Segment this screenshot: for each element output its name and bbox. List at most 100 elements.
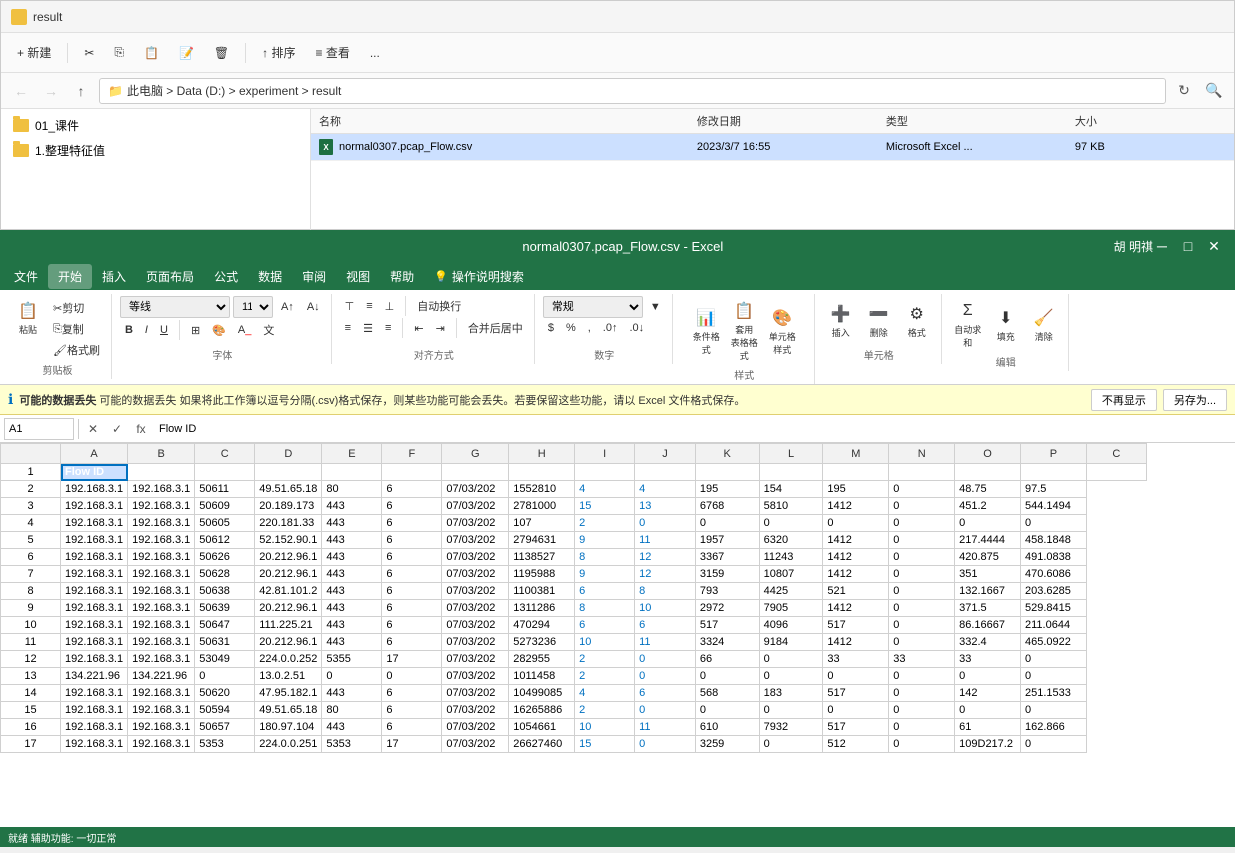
cell-13-14[interactable]: 0: [889, 668, 955, 685]
cell-11-7[interactable]: 07/03/202: [442, 634, 509, 651]
cell-3-7[interactable]: 07/03/202: [442, 498, 509, 515]
cell-10-5[interactable]: 443: [322, 617, 382, 634]
delete-ribbon-button[interactable]: ➖ 删除: [861, 299, 897, 342]
col-type-header[interactable]: 类型: [886, 113, 1075, 129]
cell-9-10[interactable]: 10: [635, 600, 696, 617]
cell-5-12[interactable]: 6320: [759, 532, 823, 549]
menu-data[interactable]: 数据: [248, 264, 292, 289]
number-format-select[interactable]: 常规: [543, 296, 643, 318]
cell-13-5[interactable]: 0: [322, 668, 382, 685]
cell-11-13[interactable]: 1412: [823, 634, 889, 651]
cell-9-14[interactable]: 0: [889, 600, 955, 617]
cell-7-16[interactable]: 470.6086: [1021, 566, 1087, 583]
cell-2-4[interactable]: 49.51.65.18: [255, 481, 322, 498]
cell-4-1[interactable]: 192.168.3.1: [61, 515, 128, 532]
cell-16-3[interactable]: 50657: [195, 719, 255, 736]
cell-3-6[interactable]: 6: [382, 498, 442, 515]
cell-15-4[interactable]: 49.51.65.18: [255, 702, 322, 719]
menu-page-layout[interactable]: 页面布局: [136, 264, 204, 289]
cell-12-14[interactable]: 33: [889, 651, 955, 668]
cell-2-10[interactable]: 4: [635, 481, 696, 498]
col-header-k[interactable]: K: [695, 444, 759, 464]
cell-6-6[interactable]: 6: [382, 549, 442, 566]
cell-17-3[interactable]: 5353: [195, 736, 255, 753]
menu-home[interactable]: 开始: [48, 264, 92, 289]
cell-16-11[interactable]: 610: [695, 719, 759, 736]
cell-q1[interactable]: Bwd P: [1086, 464, 1146, 481]
cell-15-11[interactable]: 0: [695, 702, 759, 719]
cell-4-8[interactable]: 107: [509, 515, 575, 532]
thousand-button[interactable]: %: [561, 320, 581, 336]
cell-4-5[interactable]: 443: [322, 515, 382, 532]
cell-3-8[interactable]: 2781000: [509, 498, 575, 515]
cell-16-16[interactable]: 162.866: [1021, 719, 1087, 736]
cell-5-10[interactable]: 11: [635, 532, 696, 549]
cell-8-9[interactable]: 6: [575, 583, 635, 600]
cell-5-8[interactable]: 2794631: [509, 532, 575, 549]
cell-14-15[interactable]: 142: [955, 685, 1021, 702]
insert-ribbon-button[interactable]: ➕ 插入: [823, 299, 859, 342]
dismiss-warning-button[interactable]: 不再显示: [1091, 389, 1157, 411]
cell-7-12[interactable]: 10807: [759, 566, 823, 583]
align-top-button[interactable]: ⊤: [340, 296, 360, 316]
copy-ribbon-button[interactable]: ⎘ 复制: [48, 319, 105, 339]
cell-14-2[interactable]: 192.168.3.1: [128, 685, 195, 702]
cell-12-10[interactable]: 0: [635, 651, 696, 668]
copy-button[interactable]: ⎘: [106, 41, 132, 64]
cell-10-14[interactable]: 0: [889, 617, 955, 634]
spreadsheet-container[interactable]: A B C D E F G H I J K L M N O P C: [0, 443, 1235, 853]
cell-5-6[interactable]: 6: [382, 532, 442, 549]
col-header-h[interactable]: H: [509, 444, 575, 464]
cell-6-9[interactable]: 8: [575, 549, 635, 566]
menu-search[interactable]: 💡 操作说明搜索: [424, 264, 534, 289]
cell-h1[interactable]: Flow Durat: [509, 464, 575, 481]
cell-12-8[interactable]: 282955: [509, 651, 575, 668]
cell-17-16[interactable]: 0: [1021, 736, 1087, 753]
col-header-d[interactable]: D: [255, 444, 322, 464]
cell-p1[interactable]: Fwd Packe: [1021, 464, 1087, 481]
cell-6-1[interactable]: 192.168.3.1: [61, 549, 128, 566]
cell-11-1[interactable]: 192.168.3.1: [61, 634, 128, 651]
cell-11-10[interactable]: 11: [635, 634, 696, 651]
cut-button[interactable]: ✂: [76, 42, 102, 64]
cell-7-6[interactable]: 6: [382, 566, 442, 583]
cell-2-16[interactable]: 97.5: [1021, 481, 1087, 498]
search-button[interactable]: 🔍: [1202, 79, 1226, 103]
delete-button[interactable]: 🗑: [206, 42, 237, 64]
cell-12-3[interactable]: 53049: [195, 651, 255, 668]
cell-11-14[interactable]: 0: [889, 634, 955, 651]
cell-8-13[interactable]: 521: [823, 583, 889, 600]
cell-15-15[interactable]: 0: [955, 702, 1021, 719]
cell-6-13[interactable]: 1412: [823, 549, 889, 566]
cell-15-13[interactable]: 0: [823, 702, 889, 719]
cell-13-10[interactable]: 0: [635, 668, 696, 685]
up-button[interactable]: ↑: [69, 79, 93, 103]
cell-7-2[interactable]: 192.168.3.1: [128, 566, 195, 583]
cell-16-4[interactable]: 180.97.104: [255, 719, 322, 736]
cell-4-14[interactable]: 0: [889, 515, 955, 532]
cell-9-5[interactable]: 443: [322, 600, 382, 617]
cell-6-2[interactable]: 192.168.3.1: [128, 549, 195, 566]
col-modified-header[interactable]: 修改日期: [697, 113, 886, 129]
cell-10-10[interactable]: 6: [635, 617, 696, 634]
cell-2-13[interactable]: 195: [823, 481, 889, 498]
cell-13-11[interactable]: 0: [695, 668, 759, 685]
cell-6-7[interactable]: 07/03/202: [442, 549, 509, 566]
paste-button-ribbon[interactable]: 📋 粘贴: [10, 296, 46, 339]
cell-9-12[interactable]: 7905: [759, 600, 823, 617]
cell-3-11[interactable]: 6768: [695, 498, 759, 515]
cell-8-4[interactable]: 42.81.101.2: [255, 583, 322, 600]
cell-16-13[interactable]: 517: [823, 719, 889, 736]
cell-10-6[interactable]: 6: [382, 617, 442, 634]
cell-17-15[interactable]: 109D217.2: [955, 736, 1021, 753]
cell-12-5[interactable]: 5355: [322, 651, 382, 668]
cell-9-7[interactable]: 07/03/202: [442, 600, 509, 617]
cell-17-11[interactable]: 3259: [695, 736, 759, 753]
cell-5-9[interactable]: 9: [575, 532, 635, 549]
cell-16-14[interactable]: 0: [889, 719, 955, 736]
cell-13-7[interactable]: 07/03/202: [442, 668, 509, 685]
cell-7-15[interactable]: 351: [955, 566, 1021, 583]
auto-wrap-button[interactable]: 自动换行: [412, 296, 466, 316]
paste-button[interactable]: 📋: [136, 42, 167, 64]
cell-11-15[interactable]: 332.4: [955, 634, 1021, 651]
